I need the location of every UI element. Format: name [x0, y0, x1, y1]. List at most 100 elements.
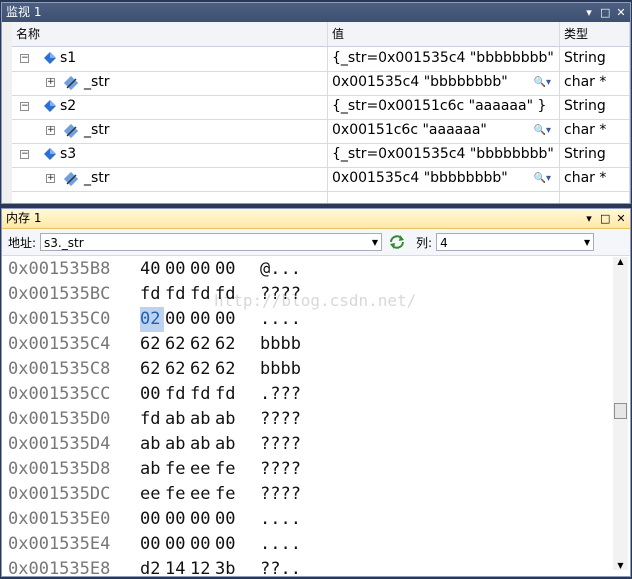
- column-header-value[interactable]: 值: [328, 22, 560, 46]
- collapse-icon[interactable]: −: [20, 54, 29, 63]
- memory-byte[interactable]: fe: [165, 482, 189, 507]
- memory-ascii[interactable]: ????: [260, 407, 301, 432]
- memory-byte[interactable]: 62: [140, 332, 164, 357]
- memory-ascii[interactable]: ????: [260, 432, 301, 457]
- memory-byte[interactable]: 00: [165, 257, 189, 282]
- expand-icon[interactable]: +: [46, 126, 55, 135]
- memory-byte[interactable]: fd: [165, 282, 189, 307]
- memory-byte[interactable]: ee: [190, 482, 214, 507]
- scroll-down-icon[interactable]: ▼: [613, 561, 628, 570]
- magnifier-icon[interactable]: 🔍▾: [534, 119, 551, 142]
- memory-byte[interactable]: 62: [215, 357, 239, 382]
- reevaluate-icon[interactable]: [388, 234, 406, 250]
- watch-row[interactable]: + _str 0x001535c4 "bbbbbbbb" 🔍▾ char *: [12, 71, 630, 96]
- close-icon[interactable]: ✕: [616, 209, 626, 228]
- memory-byte[interactable]: 00: [140, 507, 164, 532]
- memory-byte[interactable]: ab: [190, 407, 214, 432]
- dropdown-icon[interactable]: ▾: [584, 209, 594, 228]
- memory-ascii[interactable]: bbbb: [260, 357, 301, 382]
- watch-row[interactable]: + _str 0x001535c4 "bbbbbbbb" 🔍▾ char *: [12, 167, 630, 192]
- address-combobox[interactable]: s3._str ▼: [40, 233, 383, 251]
- memory-byte[interactable]: ee: [140, 482, 164, 507]
- columns-combobox[interactable]: 4 ▼: [436, 233, 595, 252]
- memory-byte[interactable]: 00: [140, 382, 164, 407]
- memory-byte[interactable]: fd: [165, 382, 189, 407]
- chevron-down-icon[interactable]: ▼: [584, 234, 590, 252]
- memory-byte[interactable]: ab: [215, 407, 239, 432]
- memory-ascii[interactable]: ....: [260, 307, 301, 332]
- memory-byte[interactable]: ab: [140, 432, 164, 457]
- memory-byte[interactable]: 62: [190, 332, 214, 357]
- scroll-up-icon[interactable]: ▲: [613, 257, 628, 266]
- close-icon[interactable]: ✕: [616, 3, 626, 22]
- memory-byte[interactable]: 00: [165, 507, 189, 532]
- memory-byte[interactable]: 00: [190, 507, 214, 532]
- memory-byte[interactable]: fd: [190, 382, 214, 407]
- memory-byte[interactable]: ab: [165, 432, 189, 457]
- memory-byte[interactable]: ee: [190, 457, 214, 482]
- maximize-icon[interactable]: □: [600, 3, 610, 22]
- memory-ascii[interactable]: ....: [260, 532, 301, 557]
- watch-row[interactable]: − s2 {_str=0x00151c6c "aaaaaa" } String: [12, 95, 630, 120]
- memory-byte[interactable]: 00: [215, 532, 239, 557]
- memory-ascii[interactable]: ????: [260, 482, 301, 507]
- watch-empty-row[interactable]: [12, 191, 630, 203]
- memory-byte[interactable]: d2: [140, 557, 164, 576]
- memory-byte[interactable]: 62: [165, 357, 189, 382]
- memory-byte[interactable]: 00: [140, 532, 164, 557]
- scrollbar-thumb[interactable]: [614, 403, 627, 419]
- memory-ascii[interactable]: ????: [260, 457, 301, 482]
- memory-byte[interactable]: ab: [165, 407, 189, 432]
- collapse-icon[interactable]: −: [20, 150, 29, 159]
- expand-icon[interactable]: +: [46, 78, 55, 87]
- memory-byte[interactable]: ab: [140, 457, 164, 482]
- memory-byte[interactable]: 00: [190, 257, 214, 282]
- watch-value[interactable]: 0x001535c4 "bbbbbbbb": [332, 170, 508, 186]
- memory-byte[interactable]: 00: [165, 307, 189, 332]
- memory-byte[interactable]: fd: [140, 407, 164, 432]
- magnifier-icon[interactable]: 🔍▾: [534, 71, 551, 94]
- memory-ascii[interactable]: ????: [260, 282, 301, 307]
- watch-value[interactable]: 0x00151c6c "aaaaaa": [332, 122, 487, 138]
- watch-value[interactable]: {_str=0x001535c4 "bbbbbbbb": [328, 47, 560, 71]
- memory-byte[interactable]: 00: [165, 532, 189, 557]
- memory-byte[interactable]: fe: [165, 457, 189, 482]
- memory-byte[interactable]: 00: [215, 257, 239, 282]
- column-header-name[interactable]: 名称: [12, 22, 328, 46]
- memory-byte[interactable]: ab: [215, 432, 239, 457]
- memory-byte[interactable]: 00: [190, 532, 214, 557]
- memory-ascii[interactable]: .???: [260, 382, 301, 407]
- memory-byte[interactable]: 62: [190, 357, 214, 382]
- memory-byte[interactable]: fd: [140, 282, 164, 307]
- memory-scrollbar[interactable]: ▲ ▼: [613, 257, 628, 570]
- watch-value[interactable]: {_str=0x00151c6c "aaaaaa" }: [328, 95, 560, 119]
- memory-ascii[interactable]: ....: [260, 507, 301, 532]
- memory-byte[interactable]: fe: [215, 457, 239, 482]
- memory-byte[interactable]: fd: [215, 282, 239, 307]
- memory-byte[interactable]: 3b: [215, 557, 239, 576]
- memory-byte[interactable]: 00: [215, 307, 239, 332]
- column-header-type[interactable]: 类型: [560, 22, 630, 46]
- dropdown-icon[interactable]: ▾: [584, 3, 594, 22]
- selected-memory-byte[interactable]: 02: [140, 307, 164, 332]
- expand-icon[interactable]: +: [46, 174, 55, 183]
- memory-byte[interactable]: 62: [215, 332, 239, 357]
- magnifier-icon[interactable]: 🔍▾: [534, 167, 551, 190]
- watch-row[interactable]: + _str 0x00151c6c "aaaaaa" 🔍▾ char *: [12, 119, 630, 144]
- watch-row[interactable]: − s3 {_str=0x001535c4 "bbbbbbbb" String: [12, 143, 630, 168]
- memory-byte[interactable]: 40: [140, 257, 164, 282]
- memory-byte[interactable]: fd: [190, 282, 214, 307]
- memory-byte[interactable]: 12: [190, 557, 214, 576]
- memory-byte[interactable]: 62: [165, 332, 189, 357]
- memory-byte[interactable]: 00: [215, 507, 239, 532]
- memory-byte[interactable]: fd: [215, 382, 239, 407]
- watch-value[interactable]: 0x001535c4 "bbbbbbbb": [332, 74, 508, 90]
- collapse-icon[interactable]: −: [20, 102, 29, 111]
- memory-byte[interactable]: 62: [140, 357, 164, 382]
- memory-byte[interactable]: 00: [190, 307, 214, 332]
- memory-ascii[interactable]: @...: [260, 257, 301, 282]
- memory-ascii[interactable]: ??..: [260, 557, 301, 576]
- maximize-icon[interactable]: □: [600, 209, 610, 228]
- memory-ascii[interactable]: bbbb: [260, 332, 301, 357]
- memory-byte[interactable]: ab: [190, 432, 214, 457]
